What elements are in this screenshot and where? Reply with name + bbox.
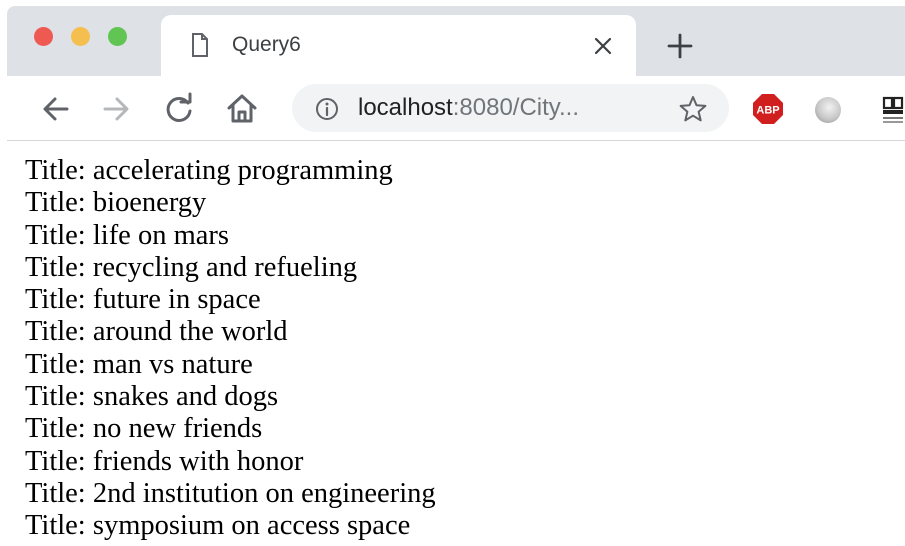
- window-maximize-button[interactable]: [108, 27, 127, 46]
- title-line: Title: snakes and dogs: [25, 381, 279, 413]
- url-path: :8080/City...: [452, 94, 580, 121]
- title-line: Title: accelerating programming: [25, 155, 393, 186]
- plus-icon[interactable]: [664, 30, 696, 62]
- title-line: Title: no new friends: [25, 413, 263, 445]
- url-text[interactable]: localhost:8080/City...: [358, 94, 579, 122]
- address-bar[interactable]: localhost:8080/City...: [292, 84, 729, 132]
- abp-icon[interactable]: ABP: [752, 93, 784, 125]
- info-icon[interactable]: [315, 97, 339, 121]
- window-close-button[interactable]: [34, 27, 53, 46]
- reload-icon[interactable]: [162, 92, 196, 126]
- title-line: Title: 2nd institution on engineering: [25, 477, 436, 509]
- title-line: Title: recycling and refueling: [25, 251, 358, 283]
- title-line: Title: man vs nature: [25, 348, 253, 380]
- circle-extension-icon[interactable]: [815, 97, 841, 123]
- title-line: Title: life on mars: [25, 219, 229, 251]
- title-line: Title: symposium on access space: [25, 510, 411, 542]
- svg-text:ABP: ABP: [756, 105, 779, 117]
- home-icon[interactable]: [225, 91, 259, 125]
- title-line: Title: around the world: [25, 316, 288, 348]
- extension-icon[interactable]: [880, 96, 905, 124]
- page-content: Title: accelerating programming Title: b…: [25, 155, 885, 543]
- arrow-left-icon[interactable]: [39, 92, 73, 126]
- title-line: Title: future in space: [25, 284, 261, 316]
- tab-title: Query6: [232, 33, 301, 56]
- page-icon: [192, 33, 208, 57]
- url-host: localhost: [358, 94, 453, 121]
- browser-tab[interactable]: Query6: [161, 15, 636, 76]
- title-line: Title: bioenergy: [25, 187, 207, 219]
- title-line: Title: friends with honor: [25, 445, 304, 477]
- window-minimize-button[interactable]: [71, 27, 90, 46]
- star-icon[interactable]: [678, 94, 708, 124]
- arrow-right-icon[interactable]: [99, 92, 133, 126]
- close-icon[interactable]: [591, 34, 615, 58]
